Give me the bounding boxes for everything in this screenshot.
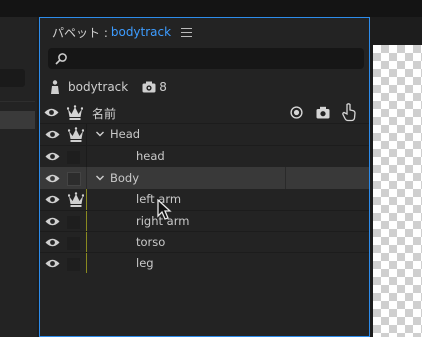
- layer-row-head-group[interactable]: Head: [40, 124, 369, 145]
- transparency-checkerboard: [373, 45, 422, 337]
- layer-row-right-arm[interactable]: right arm: [40, 211, 369, 232]
- visibility-eye-icon[interactable]: [45, 173, 60, 184]
- column-separator: [86, 146, 87, 167]
- crown-toggle-empty[interactable]: [67, 258, 80, 271]
- left-panel-search-field[interactable]: [0, 69, 25, 87]
- mouse-pointer-icon: [157, 199, 172, 220]
- layer-name: torso: [136, 235, 166, 249]
- column-separator: [86, 124, 87, 145]
- layer-row-body-group[interactable]: Body: [40, 167, 369, 189]
- layer-row-torso[interactable]: torso: [40, 232, 369, 253]
- left-panel: [0, 17, 37, 337]
- visibility-eye-icon[interactable]: [45, 237, 60, 248]
- crown-toggle-empty[interactable]: [67, 237, 80, 250]
- puppet-summary: bodytrack 8: [50, 78, 167, 96]
- visibility-eye-icon[interactable]: [45, 194, 60, 205]
- layer-name: Body: [110, 171, 140, 185]
- hamburger-menu-icon[interactable]: [181, 27, 193, 37]
- crown-icon[interactable]: [68, 192, 84, 207]
- camera-column-icon[interactable]: [316, 106, 330, 119]
- panel-title-prefix: パペット :: [52, 25, 108, 40]
- record-target-icon[interactable]: [290, 106, 303, 119]
- camera-icon: [142, 81, 156, 93]
- crown-toggle-empty[interactable]: [67, 216, 80, 229]
- panel-title: パペット : bodytrack: [52, 24, 193, 40]
- left-panel-divider: [0, 101, 35, 102]
- crown-icon[interactable]: [68, 127, 84, 142]
- name-column-header[interactable]: 名前: [92, 105, 116, 122]
- search-icon: [55, 53, 67, 65]
- search-input[interactable]: [48, 48, 364, 69]
- layer-row-leg[interactable]: leg: [40, 253, 369, 274]
- layer-name: leg: [136, 256, 154, 270]
- puppet-icon: [51, 79, 59, 94]
- layer-row-left-arm[interactable]: left arm: [40, 189, 369, 210]
- crown-toggle-empty[interactable]: [67, 151, 80, 164]
- chevron-down-icon[interactable]: [95, 129, 105, 139]
- chevron-down-icon[interactable]: [95, 173, 105, 183]
- preview-header: [370, 17, 422, 45]
- layer-name: Head: [110, 127, 141, 141]
- crown-toggle-empty[interactable]: [67, 172, 81, 186]
- layer-row-head[interactable]: head: [40, 146, 369, 167]
- column-separator: [285, 167, 286, 189]
- column-header-row: 名前: [40, 102, 369, 123]
- column-separator: [86, 167, 87, 189]
- visibility-eye-icon[interactable]: [45, 258, 60, 269]
- handle-count: 8: [159, 80, 167, 94]
- panel-title-puppet-name: bodytrack: [110, 25, 172, 39]
- visibility-header-eye-icon[interactable]: [44, 107, 59, 118]
- left-panel-selected-row[interactable]: [0, 111, 35, 129]
- puppet-panel: パペット : bodytrack bodytrack 8 名前 Head hea…: [39, 17, 370, 337]
- hand-pointer-icon[interactable]: [342, 103, 357, 122]
- layer-name: head: [136, 149, 165, 163]
- visibility-eye-icon[interactable]: [45, 129, 60, 140]
- crown-header-icon[interactable]: [67, 105, 83, 120]
- top-bar: [0, 0, 422, 17]
- visibility-eye-icon[interactable]: [45, 151, 60, 162]
- puppet-name: bodytrack: [68, 80, 129, 94]
- visibility-eye-icon[interactable]: [45, 216, 60, 227]
